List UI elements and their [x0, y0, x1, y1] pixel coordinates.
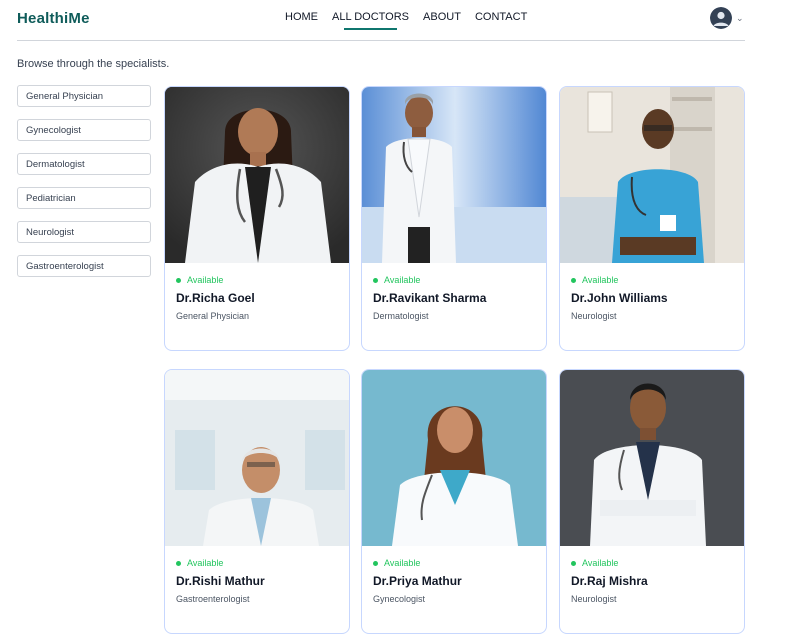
- logo[interactable]: HealthiMe: [17, 10, 90, 27]
- page-subtitle: Browse through the specialists.: [17, 58, 170, 70]
- doctor-speciality: Gynecologist: [373, 594, 426, 604]
- status-label: Available: [582, 558, 619, 568]
- available-dot-icon: [176, 560, 181, 566]
- availability-status: Available: [176, 275, 338, 285]
- doctor-photo: [560, 370, 744, 546]
- nav-all-doctors[interactable]: ALL DOCTORS: [332, 11, 409, 30]
- status-label: Available: [582, 275, 619, 285]
- doctor-name: Dr.Ravikant Sharma: [373, 291, 487, 305]
- nav-home[interactable]: HOME: [285, 11, 318, 23]
- doctor-speciality: General Physician: [176, 311, 250, 321]
- speciality-filter-list: General Physician Gynecologist Dermatolo…: [17, 85, 151, 289]
- nav-contact[interactable]: CONTACT: [475, 11, 527, 23]
- main-nav: HOME ALL DOCTORS ABOUT CONTACT: [285, 11, 541, 30]
- nav-about[interactable]: ABOUT: [423, 11, 461, 23]
- filter-pediatrician[interactable]: Pediatrician: [17, 187, 151, 209]
- doctor-card[interactable]: Available Dr.Ravikant Sharma Dermatologi…: [361, 86, 547, 351]
- availability-status: Available: [373, 275, 535, 285]
- filter-gynecologist[interactable]: Gynecologist: [17, 119, 151, 141]
- available-dot-icon: [571, 277, 576, 283]
- doctor-name: Dr.Raj Mishra: [571, 574, 648, 588]
- doctor-card[interactable]: Available Dr.Raj Mishra Neurologist: [559, 369, 745, 634]
- header-divider: [17, 40, 745, 41]
- doctor-name: Dr.John Williams: [571, 291, 668, 305]
- doctor-speciality: Dermatologist: [373, 311, 429, 321]
- doctor-card[interactable]: Available Dr.Richa Goel General Physicia…: [164, 86, 350, 351]
- user-icon: [710, 7, 732, 29]
- doctor-name: Dr.Rishi Mathur: [176, 574, 265, 588]
- availability-status: Available: [373, 558, 535, 568]
- profile-menu[interactable]: ⌄: [710, 7, 744, 29]
- status-label: Available: [384, 558, 421, 568]
- avatar[interactable]: [710, 7, 732, 29]
- doctor-photo: [165, 87, 349, 263]
- availability-status: Available: [571, 275, 733, 285]
- availability-status: Available: [176, 558, 338, 568]
- available-dot-icon: [373, 277, 378, 283]
- status-label: Available: [187, 275, 224, 285]
- doctor-speciality: Neurologist: [571, 594, 617, 604]
- status-label: Available: [187, 558, 224, 568]
- doctor-card[interactable]: Available Dr.Rishi Mathur Gastroenterolo…: [164, 369, 350, 634]
- filter-gastroenterologist[interactable]: Gastroenterologist: [17, 255, 151, 277]
- doctor-speciality: Gastroenterologist: [176, 594, 250, 604]
- filter-neurologist[interactable]: Neurologist: [17, 221, 151, 243]
- doctor-photo: [560, 87, 744, 263]
- doctor-card[interactable]: Available Dr.John Williams Neurologist: [559, 86, 745, 351]
- filter-general-physician[interactable]: General Physician: [17, 85, 151, 107]
- chevron-down-icon[interactable]: ⌄: [736, 13, 744, 24]
- available-dot-icon: [176, 277, 181, 283]
- available-dot-icon: [571, 560, 576, 566]
- top-navbar: HealthiMe HOME ALL DOCTORS ABOUT CONTACT…: [0, 0, 798, 40]
- doctor-photo: [362, 87, 546, 263]
- doctor-card[interactable]: Available Dr.Priya Mathur Gynecologist: [361, 369, 547, 634]
- availability-status: Available: [571, 558, 733, 568]
- doctor-name: Dr.Priya Mathur: [373, 574, 462, 588]
- filter-dermatologist[interactable]: Dermatologist: [17, 153, 151, 175]
- doctor-photo: [362, 370, 546, 546]
- doctor-name: Dr.Richa Goel: [176, 291, 255, 305]
- status-label: Available: [384, 275, 421, 285]
- doctor-photo: [165, 370, 349, 546]
- doctor-speciality: Neurologist: [571, 311, 617, 321]
- available-dot-icon: [373, 560, 378, 566]
